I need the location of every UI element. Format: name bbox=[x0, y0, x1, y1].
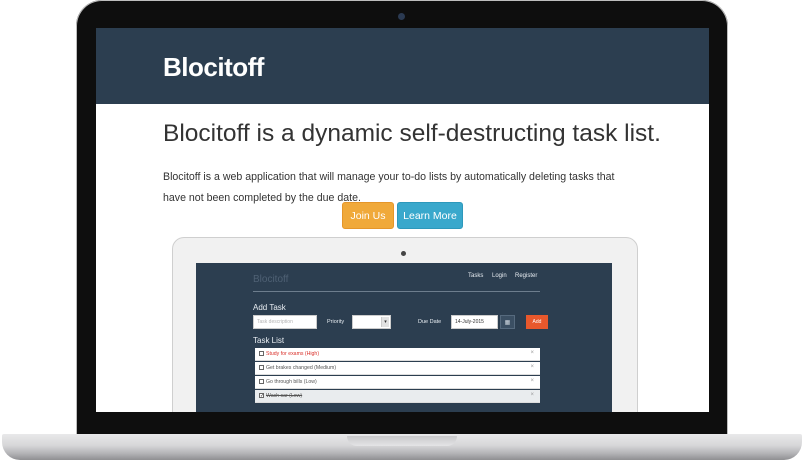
calendar-icon[interactable]: ▦ bbox=[500, 315, 515, 329]
chevron-down-icon: ▾ bbox=[381, 317, 389, 327]
delete-icon[interactable]: × bbox=[530, 378, 534, 384]
add-task-button[interactable]: Add bbox=[526, 315, 548, 329]
preview-divider bbox=[253, 291, 540, 292]
task-row[interactable]: Get brakes changed (Medium) × bbox=[255, 362, 540, 375]
task-row[interactable]: Go through bills (Low) × bbox=[255, 376, 540, 389]
preview-camera-icon bbox=[401, 251, 406, 256]
site-brand[interactable]: Blocitoff bbox=[163, 52, 264, 83]
task-row[interactable]: Study for exams (High) × bbox=[255, 348, 540, 361]
task-description-input[interactable]: Task description bbox=[253, 315, 317, 329]
priority-label: Priority bbox=[327, 319, 345, 325]
camera-icon bbox=[398, 13, 405, 20]
preview-nav-login[interactable]: Login bbox=[492, 273, 507, 279]
task-checkbox-checked[interactable]: ✓ bbox=[259, 393, 264, 399]
preview-app-screen: Blocitoff Tasks Login Register Add Task … bbox=[196, 263, 612, 412]
preview-nav-register[interactable]: Register bbox=[515, 273, 537, 279]
task-text: Get brakes changed (Medium) bbox=[266, 364, 337, 371]
task-checkbox[interactable] bbox=[259, 351, 264, 356]
site-header: Blocitoff bbox=[96, 28, 709, 104]
laptop-notch bbox=[347, 436, 457, 446]
due-date-input[interactable]: 14-July-2015 bbox=[451, 315, 498, 329]
task-list-title: Task List bbox=[253, 336, 285, 345]
website-screen: Blocitoff Blocitoff is a dynamic self-de… bbox=[96, 28, 709, 412]
task-checkbox[interactable] bbox=[259, 379, 264, 384]
learn-more-button[interactable]: Learn More bbox=[397, 202, 463, 229]
task-text: Wash car (Low) bbox=[266, 392, 303, 399]
priority-select[interactable]: ▾ bbox=[352, 315, 391, 329]
task-row[interactable]: ✓ Wash car (Low) × bbox=[255, 390, 540, 403]
task-checkbox[interactable] bbox=[259, 365, 264, 370]
preview-brand[interactable]: Blocitoff bbox=[253, 274, 288, 285]
add-task-title: Add Task bbox=[253, 303, 286, 312]
delete-icon[interactable]: × bbox=[530, 364, 534, 370]
page-headline: Blocitoff is a dynamic self-destructing … bbox=[163, 120, 661, 147]
delete-icon[interactable]: × bbox=[530, 350, 534, 356]
task-text: Go through bills (Low) bbox=[266, 378, 317, 385]
due-date-label: Due Date bbox=[418, 319, 442, 325]
task-text: Study for exams (High) bbox=[266, 350, 320, 357]
preview-nav-tasks[interactable]: Tasks bbox=[468, 273, 483, 279]
delete-icon[interactable]: × bbox=[530, 392, 534, 398]
join-us-button[interactable]: Join Us bbox=[342, 202, 394, 229]
